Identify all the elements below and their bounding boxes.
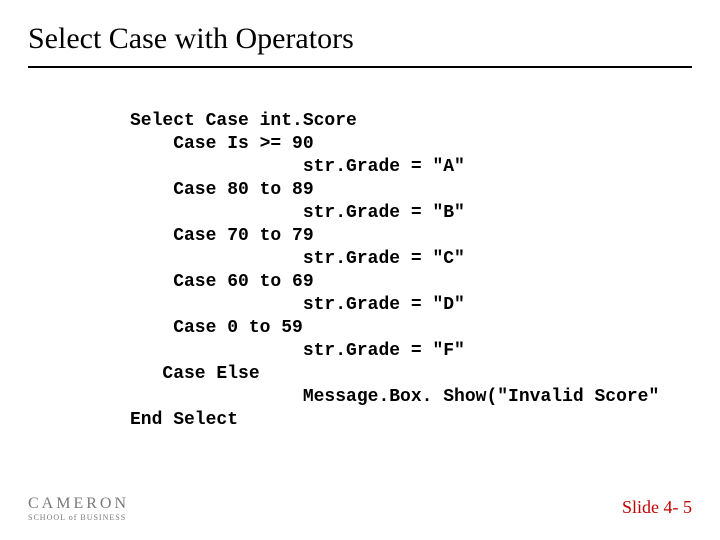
slide-number: Slide 4- 5 — [622, 497, 692, 518]
logo-line1: CAMERON — [28, 496, 129, 512]
logo-line2: SCHOOL of BUSINESS — [28, 514, 129, 522]
slide: Select Case with Operators Select Case i… — [0, 0, 720, 540]
title-underline — [28, 66, 692, 68]
code-block: Select Case int.Score Case Is >= 90 str.… — [130, 110, 659, 432]
slide-title: Select Case with Operators — [28, 22, 354, 56]
logo: CAMERON SCHOOL of BUSINESS — [28, 496, 129, 522]
